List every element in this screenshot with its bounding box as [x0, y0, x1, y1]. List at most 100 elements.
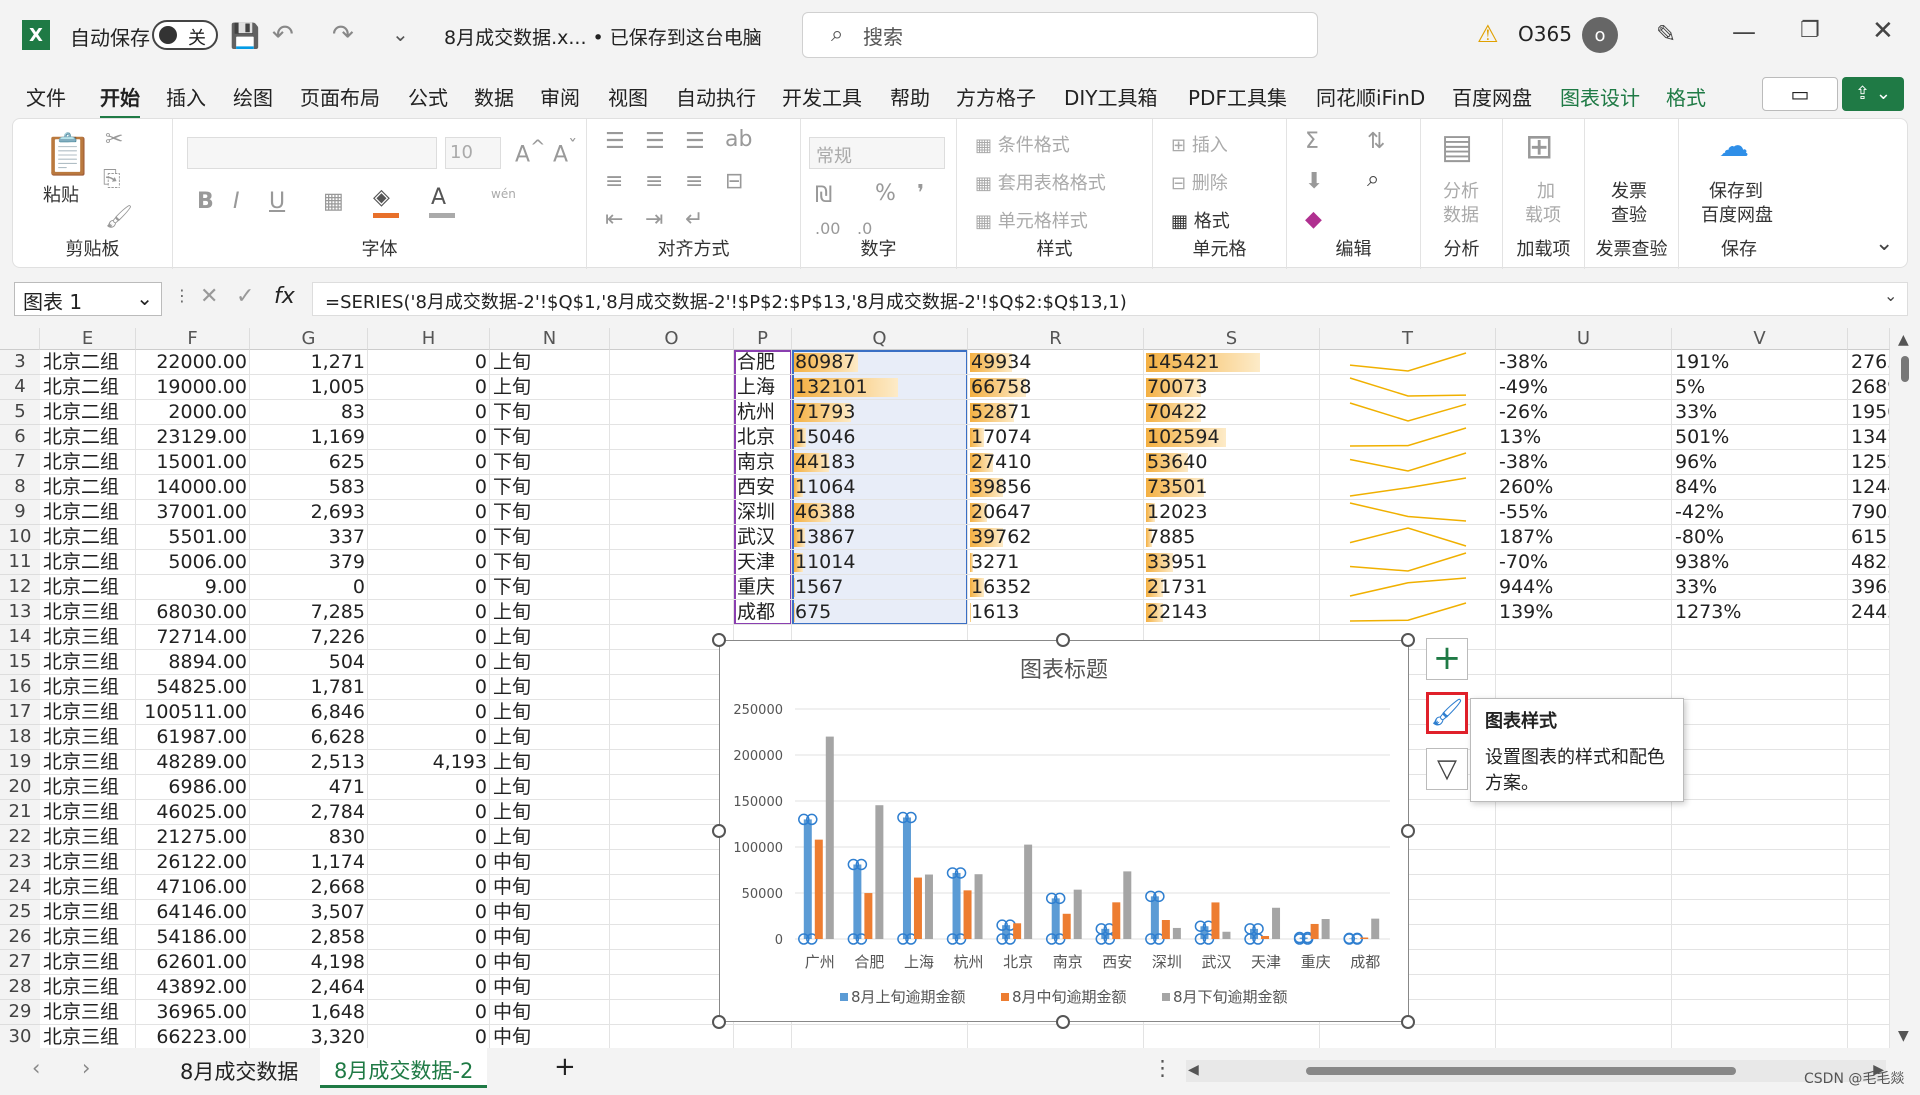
grow-font-icon[interactable]: A^ — [515, 137, 545, 167]
cell-f[interactable]: 61987.00 — [136, 725, 250, 750]
cell-p[interactable]: 南京 — [734, 450, 792, 475]
row-header[interactable]: 11 — [0, 550, 40, 575]
cell-g[interactable]: 1,174 — [250, 850, 368, 875]
cell-g[interactable]: 1,169 — [250, 425, 368, 450]
cell-h[interactable]: 0 — [368, 550, 490, 575]
cell-h[interactable]: 0 — [368, 450, 490, 475]
increase-indent-icon[interactable]: ⇥ — [645, 207, 663, 232]
row-header[interactable]: 24 — [0, 875, 40, 900]
cell-e[interactable]: 北京二组 — [40, 550, 136, 575]
cell-h[interactable]: 0 — [368, 925, 490, 950]
cell-u[interactable]: -38% — [1496, 450, 1672, 475]
addins-icon[interactable]: ⊞ — [1525, 127, 1554, 167]
font-color-icon[interactable]: A — [431, 185, 446, 210]
align-center-icon[interactable]: ≡ — [645, 169, 663, 194]
cell-r[interactable]: 1613 — [968, 600, 1144, 625]
analyze-data-label1[interactable]: 分析 — [1443, 177, 1479, 203]
cell-p[interactable]: 天津 — [734, 550, 792, 575]
cell-n[interactable]: 下旬 — [490, 575, 610, 600]
cell-e[interactable]: 北京三组 — [40, 825, 136, 850]
cell-u[interactable]: -70% — [1496, 550, 1672, 575]
cell-g[interactable]: 1,271 — [250, 350, 368, 375]
cell-g[interactable]: 830 — [250, 825, 368, 850]
column-header-w[interactable] — [1848, 328, 1890, 350]
cell-f[interactable]: 19000.00 — [136, 375, 250, 400]
row-header[interactable]: 12 — [0, 575, 40, 600]
row-header[interactable]: 22 — [0, 825, 40, 850]
cell-f[interactable]: 47106.00 — [136, 875, 250, 900]
row-header[interactable]: 5 — [0, 400, 40, 425]
more-icon[interactable]: ⋮ — [174, 286, 190, 305]
font-size-select[interactable]: 10 — [445, 137, 501, 169]
sheet-tab-1[interactable]: 8月成交数据 — [180, 1056, 298, 1086]
cell-v[interactable]: 96% — [1672, 450, 1848, 475]
menu-draw[interactable]: 绘图 — [233, 82, 273, 111]
share-button[interactable]: ⇪ ⌄ — [1842, 77, 1904, 111]
cell-p[interactable]: 成都 — [734, 600, 792, 625]
row-header[interactable]: 3 — [0, 350, 40, 375]
cell-n[interactable]: 中旬 — [490, 900, 610, 925]
menu-view[interactable]: 视图 — [608, 82, 648, 111]
align-top-icon[interactable]: ☰ — [605, 129, 625, 154]
cell-p[interactable]: 杭州 — [734, 400, 792, 425]
chart-filter-icon[interactable]: ▽ — [1426, 748, 1468, 790]
cell-h[interactable]: 0 — [368, 825, 490, 850]
cell-p[interactable]: 重庆 — [734, 575, 792, 600]
currency-icon[interactable]: ₪ — [815, 183, 832, 208]
cell-s[interactable]: 70073 — [1144, 375, 1320, 400]
shrink-font-icon[interactable]: Aˇ — [553, 137, 577, 167]
cell-w[interactable]: 2443 — [1848, 600, 1890, 625]
cell-w[interactable]: 2763 — [1848, 350, 1890, 375]
cell-e[interactable]: 北京三组 — [40, 950, 136, 975]
menu-formulas[interactable]: 公式 — [408, 82, 448, 111]
cell-r[interactable]: 27410 — [968, 450, 1144, 475]
cell-e[interactable]: 北京三组 — [40, 925, 136, 950]
underline-icon[interactable]: U — [269, 189, 285, 214]
addins-label2[interactable]: 载项 — [1525, 201, 1561, 227]
cell-n[interactable]: 中旬 — [490, 850, 610, 875]
cell-g[interactable]: 6,628 — [250, 725, 368, 750]
cell-w[interactable]: 6151 — [1848, 525, 1890, 550]
cell-h[interactable]: 0 — [368, 1025, 490, 1048]
cell-s[interactable]: 73501 — [1144, 475, 1320, 500]
cell-r[interactable]: 39762 — [968, 525, 1144, 550]
cell-r[interactable]: 20647 — [968, 500, 1144, 525]
cell-g[interactable]: 471 — [250, 775, 368, 800]
tab-options-icon[interactable]: ⋮ — [1152, 1056, 1173, 1080]
cell-v[interactable]: -42% — [1672, 500, 1848, 525]
account-name[interactable]: O365 — [1518, 22, 1572, 46]
cell-g[interactable]: 83 — [250, 400, 368, 425]
save-baidu-label2[interactable]: 百度网盘 — [1701, 201, 1773, 227]
row-header[interactable]: 7 — [0, 450, 40, 475]
cell-s[interactable]: 145421 — [1144, 350, 1320, 375]
cell-f[interactable]: 43892.00 — [136, 975, 250, 1000]
cell-e[interactable]: 北京三组 — [40, 1000, 136, 1025]
cell-q[interactable]: 15046 — [792, 425, 968, 450]
cell-g[interactable]: 504 — [250, 650, 368, 675]
bold-icon[interactable]: B — [197, 189, 214, 214]
cell-s[interactable]: 33951 — [1144, 550, 1320, 575]
column-header-H[interactable]: H — [368, 328, 490, 350]
cell-q[interactable]: 132101 — [792, 375, 968, 400]
resize-handle-t[interactable] — [1056, 633, 1070, 647]
menu-review[interactable]: 审阅 — [540, 82, 580, 111]
menu-file[interactable]: 文件 — [26, 82, 66, 111]
cell-e[interactable]: 北京二组 — [40, 350, 136, 375]
row-header[interactable]: 16 — [0, 675, 40, 700]
cell-v[interactable]: 33% — [1672, 400, 1848, 425]
cell-f[interactable]: 54825.00 — [136, 675, 250, 700]
cell-f[interactable]: 37001.00 — [136, 500, 250, 525]
cell-f[interactable]: 2000.00 — [136, 400, 250, 425]
cell-n[interactable]: 下旬 — [490, 550, 610, 575]
cell-e[interactable]: 北京三组 — [40, 800, 136, 825]
column-header-Q[interactable]: Q — [792, 328, 968, 350]
cell-f[interactable]: 26122.00 — [136, 850, 250, 875]
menu-developer[interactable]: 开发工具 — [782, 82, 862, 111]
cell-w[interactable]: 1244 — [1848, 475, 1890, 500]
insert-cells-button[interactable]: ⊞ 插入 — [1171, 131, 1228, 157]
cell-f[interactable]: 62601.00 — [136, 950, 250, 975]
cell-e[interactable]: 北京二组 — [40, 475, 136, 500]
cell-e[interactable]: 北京三组 — [40, 700, 136, 725]
menu-automate[interactable]: 自动执行 — [676, 82, 756, 111]
cell-e[interactable]: 北京三组 — [40, 975, 136, 1000]
